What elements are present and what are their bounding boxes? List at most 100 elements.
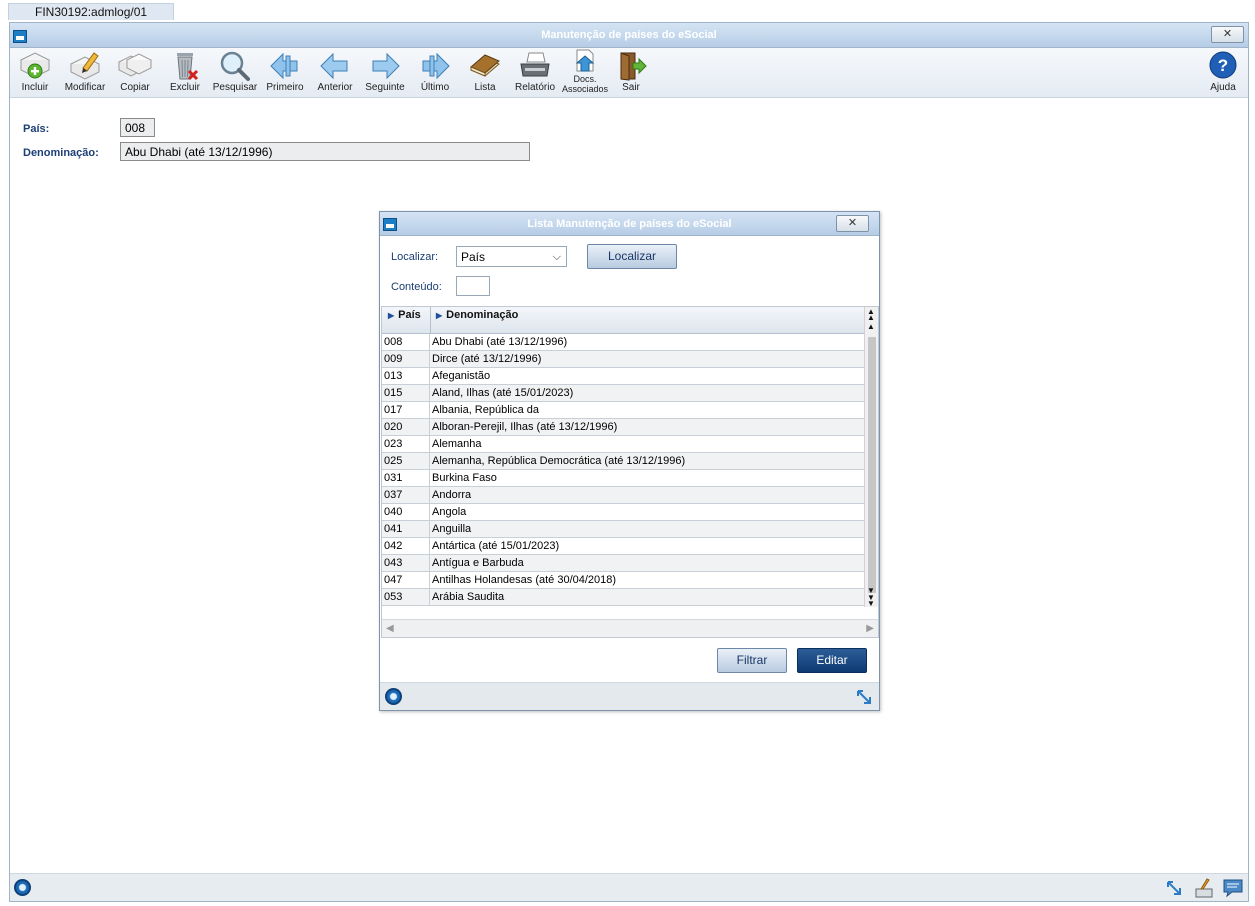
sort-arrow-icon: ▶	[388, 311, 395, 320]
cell-pais: 020	[384, 421, 403, 433]
toolbar-copiar-button[interactable]: Copiar	[110, 50, 160, 98]
cell-divider	[429, 453, 430, 469]
toolbar-ultimo-button[interactable]: Último	[410, 50, 460, 98]
denominacao-label: Denominação:	[23, 147, 99, 159]
resize-arrow-icon[interactable]	[855, 688, 873, 706]
table-row[interactable]: 025 Alemanha, República Democrática (até …	[382, 453, 865, 470]
cell-divider	[429, 589, 430, 605]
header-divider[interactable]	[430, 307, 431, 334]
cell-pais: 037	[384, 489, 403, 501]
conteudo-input[interactable]	[456, 276, 490, 296]
cell-denominacao: Antígua e Barbuda	[432, 557, 524, 569]
grid-header-pais[interactable]: ▶ País	[388, 307, 421, 334]
table-row[interactable]: 008 Abu Dhabi (até 13/12/1996)	[382, 334, 865, 351]
toolbar-docs-associados-button[interactable]: Docs. Associados	[560, 49, 610, 98]
toolbar-relatorio-button[interactable]: Relatório	[510, 50, 560, 98]
table-row[interactable]: 017 Albania, República da	[382, 402, 865, 419]
table-row[interactable]: 041 Anguilla	[382, 521, 865, 538]
pais-field[interactable]: 008	[120, 118, 155, 137]
chat-icon[interactable]	[1222, 878, 1244, 898]
cell-denominacao: Arábia Saudita	[432, 591, 505, 603]
table-row[interactable]: 040 Angola	[382, 504, 865, 521]
window-tab[interactable]: FIN30192:admlog/01	[8, 3, 175, 20]
table-row[interactable]: 015 Aland, Ilhas (até 15/01/2023)	[382, 385, 865, 402]
toolbar-excluir-button[interactable]: Excluir	[160, 50, 210, 98]
cell-pais: 017	[384, 404, 403, 416]
toolbar-seguinte-button[interactable]: Seguinte	[360, 50, 410, 98]
cell-denominacao: Alboran-Perejil, Ilhas (até 13/12/1996)	[432, 421, 618, 433]
cell-divider	[429, 572, 430, 588]
help-icon: ?	[1205, 50, 1241, 82]
cell-divider	[429, 368, 430, 384]
toolbar-seguinte-label: Seguinte	[365, 82, 405, 93]
close-button[interactable]: ✕	[1211, 26, 1244, 43]
progress-globe-icon	[14, 879, 31, 896]
table-row[interactable]: 013 Afeganistão	[382, 368, 865, 385]
editar-button[interactable]: Editar	[797, 648, 867, 673]
upload-doc-icon	[567, 49, 603, 72]
scroll-bottom-icon[interactable]: ▼ ▼	[867, 594, 875, 608]
table-row[interactable]: 031 Burkina Faso	[382, 470, 865, 487]
paises-grid: ▶ País ▶ Denominação 008 Abu Dhabi (até 13/…	[381, 306, 879, 638]
cell-pais: 047	[384, 574, 403, 586]
main-status-bar	[10, 873, 1248, 901]
edit-doc-icon	[67, 50, 103, 82]
cell-pais: 008	[384, 336, 403, 348]
table-row[interactable]: 053 Arábia Saudita	[382, 589, 865, 606]
scroll-up-icon[interactable]: ▲	[867, 323, 875, 331]
toolbar-primeiro-button[interactable]: Primeiro	[260, 50, 310, 98]
grid-horizontal-scrollbar[interactable]: ◀ ▶	[382, 619, 878, 637]
add-doc-icon	[17, 50, 53, 82]
toolbar-copiar-label: Copiar	[120, 82, 150, 93]
toolbar-modificar-button[interactable]: Modificar	[60, 50, 110, 98]
scroll-top-icon[interactable]: ▲ ▲	[867, 308, 875, 322]
toolbar-sair-button[interactable]: Sair	[606, 50, 656, 98]
cell-pais: 042	[384, 540, 403, 552]
toolbar-anterior-button[interactable]: Anterior	[310, 50, 360, 98]
table-row[interactable]: 023 Alemanha	[382, 436, 865, 453]
toolbar-incluir-label: Incluir	[21, 82, 49, 93]
cell-denominacao: Afeganistão	[432, 370, 491, 382]
resize-arrow-icon[interactable]	[1165, 879, 1183, 897]
localizar-button[interactable]: Localizar	[587, 244, 677, 269]
filtrar-button[interactable]: Filtrar	[717, 648, 787, 673]
table-row[interactable]: 042 Antártica (até 15/01/2023)	[382, 538, 865, 555]
copy-doc-icon	[117, 50, 153, 82]
cell-divider	[429, 538, 430, 554]
table-row[interactable]: 020 Alboran-Perejil, Ilhas (até 13/12/199…	[382, 419, 865, 436]
cell-pais: 040	[384, 506, 403, 518]
main-title-bar: Manutenção de países do eSocial ✕	[10, 23, 1248, 48]
grid-body: 008 Abu Dhabi (até 13/12/1996) 009 Dirce (a…	[382, 334, 865, 606]
scroll-right-icon[interactable]: ▶	[866, 623, 874, 634]
cell-divider	[429, 436, 430, 452]
denominacao-field[interactable]: Abu Dhabi (até 13/12/1996)	[120, 142, 530, 161]
window-title: Manutenção de países do eSocial	[541, 29, 717, 41]
sort-arrow-icon: ▶	[436, 311, 443, 320]
dialog-close-button[interactable]: ✕	[836, 215, 869, 232]
cell-divider	[429, 504, 430, 520]
table-row[interactable]: 043 Antígua e Barbuda	[382, 555, 865, 572]
toolbar: Incluir Modificar Copiar Excluir Pesquis…	[10, 48, 1248, 98]
progress-globe-icon	[385, 688, 402, 705]
grid-header-denominacao[interactable]: ▶ Denominação	[436, 307, 518, 334]
cell-denominacao: Andorra	[432, 489, 472, 501]
scroll-thumb[interactable]	[868, 337, 876, 593]
toolbar-ultimo-label: Último	[420, 82, 450, 93]
toolbar-lista-button[interactable]: Lista	[460, 50, 510, 98]
toolbar-ajuda-button[interactable]: ? Ajuda	[1198, 50, 1248, 98]
scroll-left-icon[interactable]: ◀	[386, 623, 394, 634]
toolbar-pesquisar-button[interactable]: Pesquisar	[210, 50, 260, 98]
grid-header-denominacao-label: Denominação	[446, 309, 519, 321]
localizar-select[interactable]: País ⌵	[456, 246, 567, 267]
cell-denominacao: Antilhas Holandesas (até 30/04/2018)	[432, 574, 617, 586]
next-arrow-icon	[367, 50, 403, 82]
toolbar-incluir-button[interactable]: Incluir	[10, 50, 60, 98]
table-row[interactable]: 037 Andorra	[382, 487, 865, 504]
tools-icon[interactable]	[1193, 877, 1215, 899]
grid-header-pais-label: País	[398, 309, 421, 321]
table-row[interactable]: 047 Antilhas Holandesas (até 30/04/2018)	[382, 572, 865, 589]
first-arrow-icon	[267, 50, 303, 82]
grid-vertical-scrollbar[interactable]: ▲ ▲ ▲ ▼ ▼ ▼	[864, 307, 878, 608]
toolbar-relatorio-label: Relatório	[514, 82, 556, 93]
table-row[interactable]: 009 Dirce (até 13/12/1996)	[382, 351, 865, 368]
